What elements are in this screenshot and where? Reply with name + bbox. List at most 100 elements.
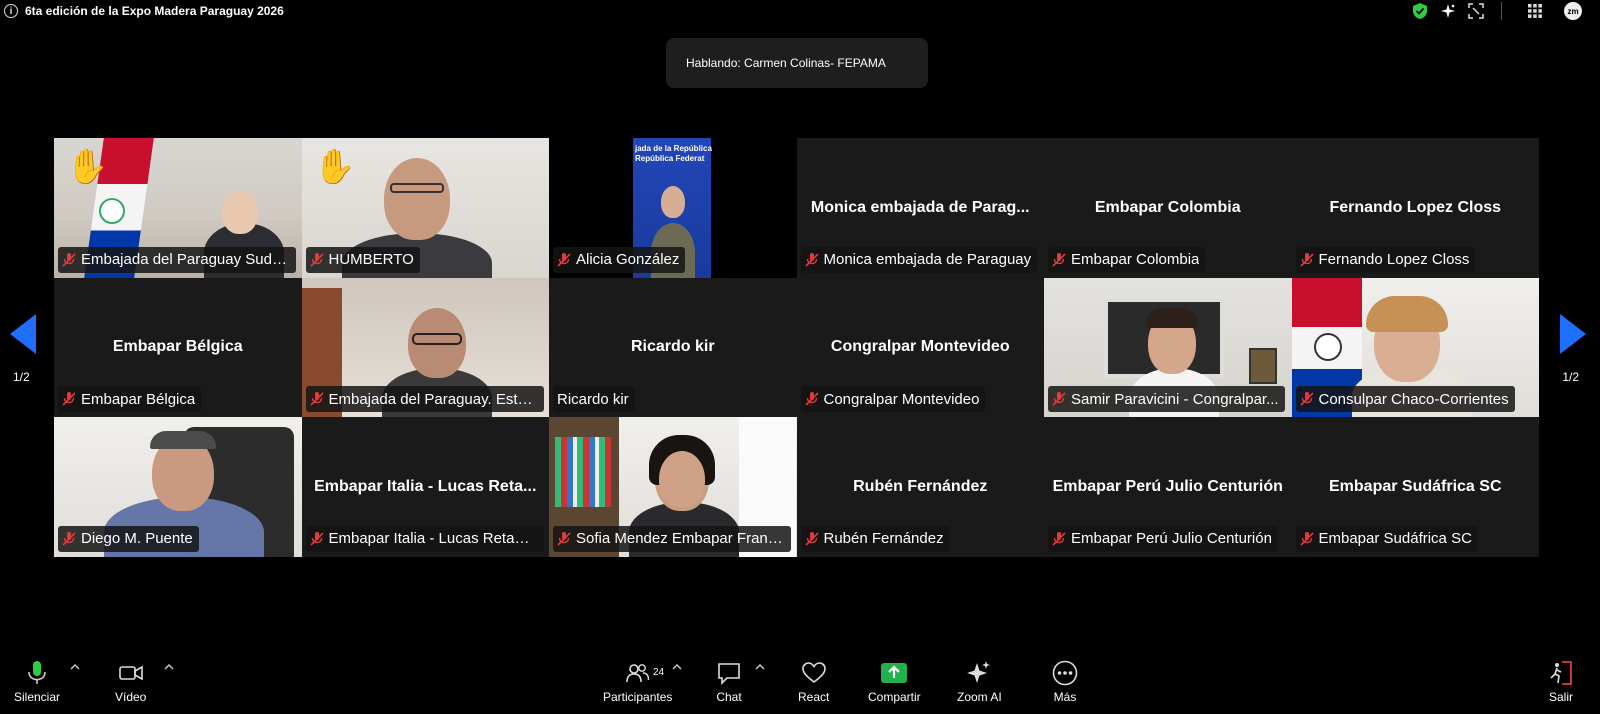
- participant-name: Embapar Italia - Lucas Reta...: [314, 478, 537, 496]
- participant-tile[interactable]: Embapar Italia - Lucas Reta... Embapar I…: [301, 417, 549, 557]
- participant-label: Embapar Colombia: [1048, 246, 1206, 273]
- muted-mic-icon: [309, 531, 324, 546]
- participant-tile[interactable]: ✋ HUMBERTO: [301, 138, 549, 278]
- participant-tile[interactable]: Embajada del Paraguay. Estel...: [301, 277, 549, 418]
- sparkle-icon[interactable]: [1439, 2, 1457, 20]
- participant-tile[interactable]: ✋ Embajada del Paraguay Sudá...: [54, 138, 302, 278]
- chevron-up-icon[interactable]: [672, 662, 682, 672]
- mute-button[interactable]: Silenciar: [14, 660, 60, 704]
- participant-label: Samir Paravicini - Congralpar...: [1048, 386, 1285, 413]
- muted-mic-icon: [309, 392, 324, 406]
- muted-mic-icon: [804, 531, 819, 546]
- video-grid: ✋ Embajada del Paraguay Sudá... ✋ HUMBER…: [54, 138, 1539, 557]
- avatar[interactable]: zm: [1564, 2, 1582, 20]
- participant-name: Embapar Perú Julio Centurión: [1052, 478, 1283, 496]
- participant-label: Embapar Perú Julio Centurión: [1048, 525, 1278, 552]
- speaking-indicator: Hablando: Carmen Colinas- FEPAMA: [666, 38, 928, 88]
- muted-mic-icon: [557, 252, 571, 267]
- video-camera-icon: [118, 665, 143, 681]
- chevron-up-icon[interactable]: [70, 662, 80, 672]
- chevron-up-icon[interactable]: [164, 662, 174, 672]
- participant-label: Embapar Bélgica: [58, 386, 202, 413]
- participant-tile[interactable]: Consulpar Chaco-Corrientes: [1291, 277, 1539, 418]
- page-indicator-right: 1/2: [1562, 370, 1579, 384]
- meeting-title: 6ta edición de la Expo Madera Paraguay 2…: [25, 4, 284, 18]
- participant-tile[interactable]: Sofia Mendez Embapar Francia: [549, 417, 797, 557]
- chevron-up-icon[interactable]: [755, 662, 765, 672]
- participant-tile[interactable]: Embapar Bélgica Embapar Bélgica: [54, 277, 302, 418]
- divider: [1501, 2, 1502, 20]
- muted-mic-icon: [1299, 252, 1314, 267]
- muted-mic-icon: [62, 392, 76, 406]
- video-button[interactable]: Vídeo: [115, 660, 146, 704]
- chat-icon: [718, 663, 740, 685]
- participant-name: Congralpar Montevideo: [830, 338, 1010, 356]
- microphone-icon: [28, 661, 46, 684]
- participant-tile[interactable]: Ricardo kir Ricardo kir: [549, 277, 797, 418]
- react-button[interactable]: React: [798, 660, 829, 704]
- participant-tile[interactable]: Monica embajada de Parag... Monica embaj…: [796, 138, 1044, 278]
- muted-mic-icon: [1299, 392, 1314, 406]
- participant-tile[interactable]: Embapar Sudáfrica SC Embapar Sudáfrica S…: [1291, 417, 1539, 557]
- participant-label: Diego M. Puente: [58, 525, 199, 552]
- muted-mic-icon: [1052, 252, 1066, 267]
- heart-icon: [801, 662, 826, 684]
- participant-name: Embapar Sudáfrica SC: [1329, 478, 1502, 496]
- participant-label: Alicia González: [553, 246, 686, 273]
- grid-view-icon[interactable]: [1526, 2, 1544, 20]
- participant-tile[interactable]: Fernando Lopez Closs Fernando Lopez Clos…: [1291, 138, 1539, 278]
- participant-label: Embajada del Paraguay Sudá...: [58, 246, 296, 273]
- muted-mic-icon: [62, 531, 76, 546]
- muted-mic-icon: [62, 252, 76, 267]
- participant-label: Fernando Lopez Closs: [1295, 246, 1476, 273]
- participant-tile[interactable]: Diego M. Puente: [54, 417, 302, 557]
- participant-name: Embapar Bélgica: [112, 338, 243, 356]
- info-icon[interactable]: i: [4, 4, 18, 18]
- zoom-ai-button[interactable]: Zoom AI: [957, 660, 1002, 704]
- participant-name: Ricardo kir: [630, 338, 715, 356]
- participant-name: Rubén Fernández: [853, 478, 988, 496]
- muted-mic-icon: [557, 531, 571, 546]
- participant-label: Rubén Fernández: [800, 525, 950, 552]
- raised-hand-icon: ✋: [66, 148, 109, 186]
- participant-tile[interactable]: jada de la República República Federat A…: [549, 138, 797, 278]
- embassy-banner-text: jada de la República República Federat: [635, 144, 712, 163]
- next-page-button[interactable]: [1558, 312, 1588, 356]
- arrow-right-icon: [1560, 314, 1586, 354]
- more-icon: [1052, 660, 1078, 686]
- title-bar: i 6ta edición de la Expo Madera Paraguay…: [0, 0, 1600, 22]
- muted-mic-icon: [804, 252, 819, 267]
- participant-label: Ricardo kir: [553, 386, 635, 413]
- arrow-left-icon: [10, 314, 36, 354]
- exit-door-icon: [1550, 661, 1572, 685]
- participant-label: Embajada del Paraguay. Estel...: [305, 386, 544, 413]
- muted-mic-icon: [1052, 531, 1066, 546]
- participant-tile[interactable]: Congralpar Montevideo Congralpar Montevi…: [796, 277, 1044, 418]
- muted-mic-icon: [804, 392, 819, 406]
- speaking-text: Hablando: Carmen Colinas- FEPAMA: [686, 56, 886, 70]
- participant-tile[interactable]: Rubén Fernández Rubén Fernández: [796, 417, 1044, 557]
- participant-label: HUMBERTO: [305, 246, 420, 273]
- shield-icon[interactable]: [1411, 2, 1429, 20]
- participant-label: Sofia Mendez Embapar Francia: [553, 525, 791, 552]
- participant-label: Monica embajada de Paraguay: [800, 246, 1038, 273]
- fullscreen-icon[interactable]: [1467, 2, 1485, 20]
- participant-tile[interactable]: Samir Paravicini - Congralpar...: [1044, 277, 1292, 418]
- participant-label: Embapar Italia - Lucas Retam...: [305, 525, 544, 552]
- participant-tile[interactable]: Embapar Perú Julio Centurión Embapar Per…: [1044, 417, 1292, 557]
- chat-button[interactable]: Chat: [716, 660, 742, 704]
- share-screen-button[interactable]: Compartir: [868, 660, 921, 704]
- muted-mic-icon: [309, 252, 324, 267]
- previous-page-button[interactable]: [8, 312, 38, 356]
- muted-mic-icon: [1299, 531, 1314, 546]
- participant-name: Monica embajada de Parag...: [810, 198, 1030, 216]
- participant-label: Embapar Sudáfrica SC: [1295, 525, 1478, 552]
- more-button[interactable]: Más: [1052, 660, 1078, 704]
- participant-tile[interactable]: Embapar Colombia Embapar Colombia: [1044, 138, 1292, 278]
- participant-label: Consulpar Chaco-Corrientes: [1295, 386, 1515, 413]
- page-indicator-left: 1/2: [13, 370, 30, 384]
- participant-name: Embapar Colombia: [1094, 198, 1241, 216]
- raised-hand-icon: ✋: [313, 148, 356, 186]
- participant-label: Congralpar Montevideo: [800, 386, 986, 413]
- leave-button[interactable]: Salir: [1548, 660, 1574, 704]
